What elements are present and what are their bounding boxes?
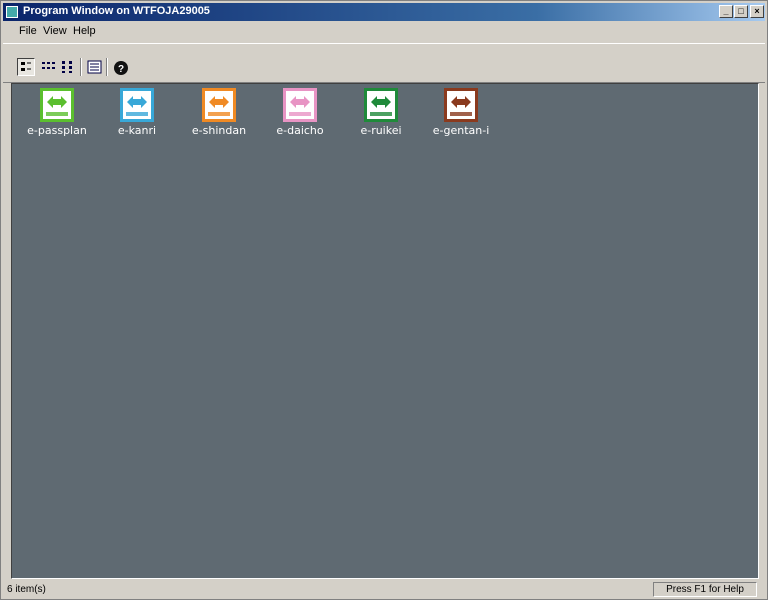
e-gentan-i-icon	[444, 88, 478, 122]
status-item-count: 6 item(s)	[7, 584, 46, 595]
program-window-icon[interactable]	[6, 6, 18, 18]
toolbar-separator	[80, 58, 82, 76]
large-icons-view-button[interactable]	[17, 58, 35, 76]
menu-file[interactable]: File	[19, 25, 37, 37]
menu-bar: File View Help	[3, 23, 765, 41]
app-item-e-gentan-i[interactable]: e-gentan-i	[426, 88, 496, 144]
svg-text:?: ?	[118, 64, 124, 75]
maximize-button[interactable]: □	[734, 5, 748, 18]
toolbar: ?	[3, 43, 765, 83]
app-label: e-shindan	[191, 124, 247, 137]
app-label: e-ruikei	[360, 124, 402, 137]
menu-view[interactable]: View	[43, 25, 67, 37]
status-bar: 6 item(s) Press F1 for Help	[3, 581, 765, 599]
e-kanri-icon	[120, 88, 154, 122]
list-view-button[interactable]	[59, 58, 77, 76]
list-view-icon	[62, 61, 72, 73]
app-label: e-kanri	[117, 124, 157, 137]
small-icons-view-icon	[42, 62, 55, 69]
app-item-e-passplan[interactable]: e-passplan	[22, 88, 92, 144]
program-window: Program Window on WTFOJA29005 _ □ × File…	[0, 0, 768, 600]
app-label: e-gentan-i	[432, 124, 490, 137]
window-title: Program Window on WTFOJA29005	[23, 5, 210, 17]
app-item-e-daicho[interactable]: e-daicho	[265, 88, 335, 144]
app-label: e-daicho	[276, 124, 324, 137]
help-button[interactable]: ?	[111, 58, 129, 76]
e-daicho-icon	[283, 88, 317, 122]
details-view-button[interactable]	[85, 58, 103, 76]
program-items-area: e-passplan e-kanri e-shindan e-daicho e-…	[11, 83, 759, 579]
title-bar[interactable]: Program Window on WTFOJA29005 _ □ ×	[3, 3, 765, 21]
menu-help[interactable]: Help	[73, 25, 96, 37]
large-icons-view-icon	[21, 62, 31, 71]
app-item-e-kanri[interactable]: e-kanri	[102, 88, 172, 144]
toolbar-separator	[106, 58, 108, 76]
app-item-e-shindan[interactable]: e-shindan	[184, 88, 254, 144]
minimize-button[interactable]: _	[719, 5, 733, 18]
e-passplan-icon	[40, 88, 74, 122]
e-ruikei-icon	[364, 88, 398, 122]
status-help-hint: Press F1 for Help	[653, 582, 757, 597]
app-item-e-ruikei[interactable]: e-ruikei	[346, 88, 416, 144]
close-button[interactable]: ×	[750, 5, 764, 18]
small-icons-view-button[interactable]	[39, 58, 57, 76]
app-label: e-passplan	[27, 124, 87, 137]
details-view-icon	[87, 60, 102, 74]
e-shindan-icon	[202, 88, 236, 122]
help-icon: ?	[114, 61, 128, 75]
